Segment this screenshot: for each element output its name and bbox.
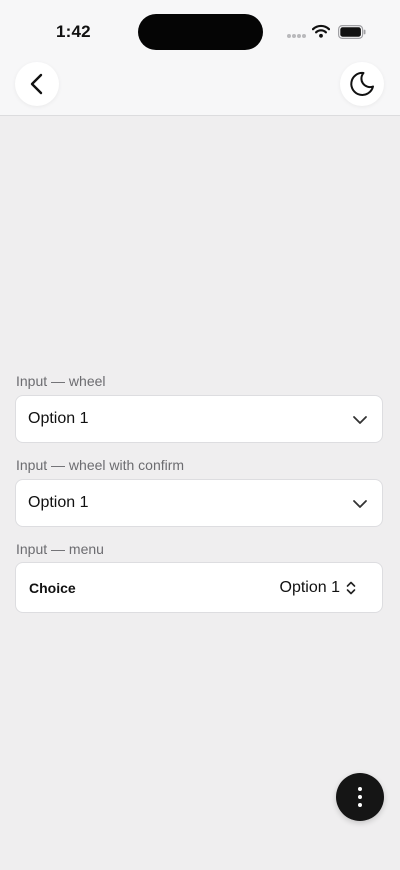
wheel-confirm-select-value: Option 1: [28, 494, 89, 511]
chevron-left-icon: [30, 73, 43, 95]
menu-select[interactable]: Choice Option 1: [15, 562, 383, 613]
dynamic-island: [138, 14, 263, 50]
wheel-field-label: Input — wheel: [16, 373, 106, 389]
wheel-select[interactable]: Option 1: [15, 395, 383, 443]
wheel-confirm-field-label: Input — wheel with confirm: [16, 457, 185, 473]
more-options-button[interactable]: [336, 773, 384, 821]
moon-icon: [350, 71, 374, 96]
wifi-icon: [312, 24, 330, 38]
theme-toggle-button[interactable]: [340, 62, 384, 106]
cellular-signal-icon: [287, 34, 307, 38]
navigation-bar: [0, 62, 400, 116]
back-button[interactable]: [15, 62, 59, 106]
chevron-down-icon: [353, 416, 367, 424]
menu-field-label: Input — menu: [16, 541, 104, 557]
wheel-select-value: Option 1: [28, 410, 89, 427]
chevron-up-down-icon: [346, 581, 356, 595]
status-time: 1:42: [56, 22, 91, 41]
menu-select-value: Option 1: [279, 579, 340, 596]
chevron-down-icon: [353, 500, 367, 508]
menu-row-label: Choice: [29, 580, 76, 596]
wheel-confirm-select[interactable]: Option 1: [15, 479, 383, 527]
battery-icon: [338, 25, 366, 39]
status-bar: 1:42: [0, 0, 400, 62]
